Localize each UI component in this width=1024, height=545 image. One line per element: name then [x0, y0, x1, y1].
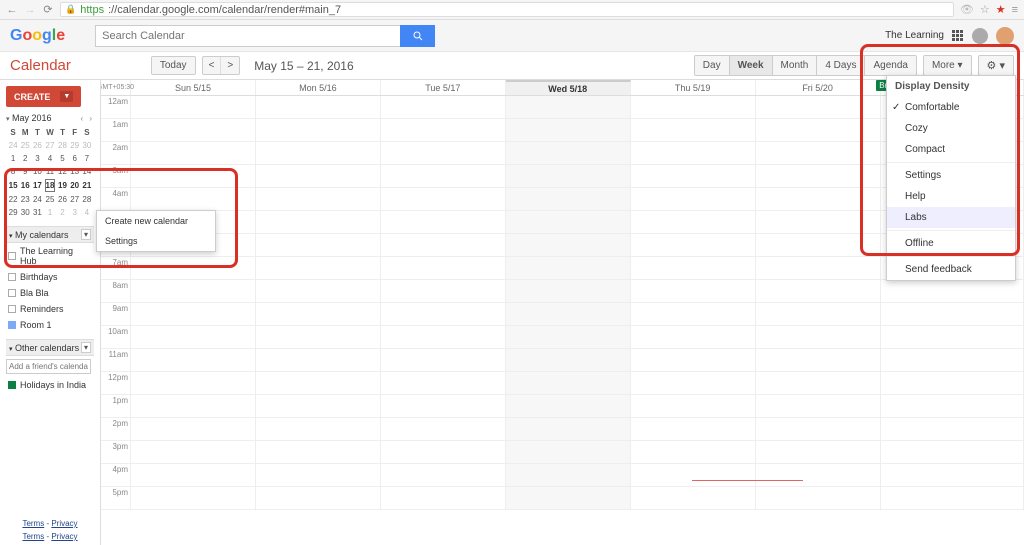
browser-reload-icon[interactable]: ⟳ — [42, 3, 54, 16]
calendar-label: Room 1 — [20, 320, 52, 330]
browser-back-icon[interactable]: ← — [6, 4, 18, 16]
browser-url-bar[interactable]: 🔒 https ://calendar.google.com/calendar/r… — [60, 2, 954, 17]
footer-links: Terms - Privacy Terms - Privacy — [0, 519, 100, 541]
search-input[interactable] — [95, 25, 400, 47]
density-section-label: Display Density — [887, 76, 1015, 97]
calendar-item-learninghub[interactable]: The Learning Hub — [6, 243, 94, 269]
calendar-label: Holidays in India — [20, 380, 86, 390]
next-week-button[interactable]: > — [221, 57, 239, 74]
more-menu-button[interactable]: More ▾ — [923, 55, 972, 76]
mini-calendar-title: ▾ May 2016 ‹ › — [6, 113, 94, 123]
user-name-label: The Learning — [885, 30, 944, 41]
privacy-link[interactable]: Privacy — [51, 519, 77, 528]
other-calendars-menu-icon[interactable]: ▾ — [81, 342, 91, 353]
my-calendars-header[interactable]: ▾ My calendars ▾ — [6, 226, 94, 243]
calendar-label: Bla Bla — [20, 288, 49, 298]
day-header-thu[interactable]: Thu 5/19 — [631, 80, 756, 95]
date-range-label: May 15 – 21, 2016 — [254, 59, 353, 73]
calendar-label: Birthdays — [20, 272, 58, 282]
search-button[interactable] — [400, 25, 435, 47]
calendar-item-room1[interactable]: Room 1 — [6, 317, 94, 333]
menu-feedback[interactable]: Send feedback — [887, 259, 1015, 280]
my-calendars-menu-icon[interactable]: ▾ — [81, 229, 91, 240]
browser-forward-icon: → — [24, 4, 36, 16]
menu-labs[interactable]: Labs — [887, 207, 1015, 228]
timezone-label: GMT+05:30 — [101, 80, 131, 95]
prev-week-button[interactable]: < — [203, 57, 222, 74]
view-agenda[interactable]: Agenda — [865, 56, 915, 75]
mini-month-label: May 2016 — [12, 113, 52, 123]
mini-calendar[interactable]: SMTWTFS 24252627282930123456789101112131… — [6, 125, 94, 220]
date-nav: < > — [202, 56, 241, 75]
calendar-item-reminders[interactable]: Reminders — [6, 301, 94, 317]
add-friend-calendar-input[interactable] — [6, 359, 91, 374]
search-icon — [412, 30, 424, 42]
calendar-brand: Calendar — [10, 57, 71, 74]
notifications-icon[interactable] — [972, 28, 988, 44]
day-header-tue[interactable]: Tue 5/17 — [381, 80, 506, 95]
lock-icon: 🔒 — [65, 4, 76, 15]
mini-nav[interactable]: ‹ › — [80, 114, 94, 123]
settings-gear-button[interactable]: ⚙ ▾ — [978, 55, 1014, 76]
create-dropdown-icon: ▼ — [60, 91, 73, 102]
eye-icon[interactable]: 👁 — [960, 3, 974, 16]
calendar-item-blabla[interactable]: Bla Bla — [6, 285, 94, 301]
day-header-mon[interactable]: Mon 5/16 — [256, 80, 381, 95]
view-day[interactable]: Day — [695, 56, 730, 75]
mini-collapse-icon[interactable]: ▾ — [6, 116, 10, 123]
star-fill-icon[interactable]: ★ — [996, 3, 1006, 16]
menu-help[interactable]: Help — [887, 186, 1015, 207]
browser-right-icons: 👁 ☆ ★ ≡ — [960, 3, 1018, 16]
user-avatar-icon[interactable] — [996, 27, 1014, 45]
my-calendars-label: My calendars — [15, 230, 69, 240]
density-compact[interactable]: Compact — [887, 139, 1015, 160]
apps-grid-icon[interactable] — [952, 30, 964, 42]
browser-chrome-bar: ← → ⟳ 🔒 https ://calendar.google.com/cale… — [0, 0, 1024, 20]
today-button[interactable]: Today — [151, 56, 196, 75]
create-label: CREATE — [14, 92, 50, 102]
calendar-item-birthdays[interactable]: Birthdays — [6, 269, 94, 285]
user-area: The Learning — [885, 27, 1014, 45]
other-calendars-header[interactable]: ▾ Other calendars ▾ — [6, 339, 94, 356]
star-outline-icon[interactable]: ☆ — [980, 3, 990, 16]
view-month[interactable]: Month — [773, 56, 818, 75]
my-calendars-dropdown: Create new calendar Settings — [96, 210, 216, 252]
calendar-label: The Learning Hub — [20, 246, 92, 266]
mycal-create-new[interactable]: Create new calendar — [97, 211, 215, 231]
search-box — [95, 25, 435, 47]
browser-menu-icon[interactable]: ≡ — [1012, 4, 1018, 16]
calendar-toolbar: Calendar Today < > May 15 – 21, 2016 Day… — [0, 52, 1024, 80]
url-rest: ://calendar.google.com/calendar/render#m… — [108, 4, 341, 16]
main-content: CREATE ▼ ▾ May 2016 ‹ › SMTWTFS 242526272… — [0, 80, 1024, 545]
day-header-fri[interactable]: Fri 5/20 — [756, 80, 881, 95]
mycal-settings[interactable]: Settings — [97, 231, 215, 251]
day-header-sun[interactable]: Sun 5/15 — [131, 80, 256, 95]
settings-dropdown: Display Density Comfortable Cozy Compact… — [886, 75, 1016, 281]
sidebar: CREATE ▼ ▾ May 2016 ‹ › SMTWTFS 242526272… — [0, 80, 100, 545]
google-logo[interactable]: Google — [10, 27, 65, 45]
calendar-label: Reminders — [20, 304, 64, 314]
view-4days[interactable]: 4 Days — [817, 56, 865, 75]
view-week[interactable]: Week — [730, 56, 773, 75]
menu-offline[interactable]: Offline — [887, 233, 1015, 254]
view-switcher: Day Week Month 4 Days Agenda — [694, 55, 917, 76]
terms-link[interactable]: Terms — [22, 519, 44, 528]
privacy-link-2[interactable]: Privacy — [51, 532, 77, 541]
other-calendars-label: Other calendars — [15, 343, 79, 353]
density-comfortable[interactable]: Comfortable — [887, 97, 1015, 118]
menu-settings[interactable]: Settings — [887, 165, 1015, 186]
day-header-wed[interactable]: Wed 5/18 — [506, 80, 631, 95]
url-https: https — [80, 4, 104, 16]
google-header: Google The Learning — [0, 20, 1024, 52]
create-button[interactable]: CREATE ▼ — [6, 86, 81, 107]
terms-link-2[interactable]: Terms — [22, 532, 44, 541]
density-cozy[interactable]: Cozy — [887, 118, 1015, 139]
calendar-item-holidays[interactable]: Holidays in India — [6, 377, 94, 393]
